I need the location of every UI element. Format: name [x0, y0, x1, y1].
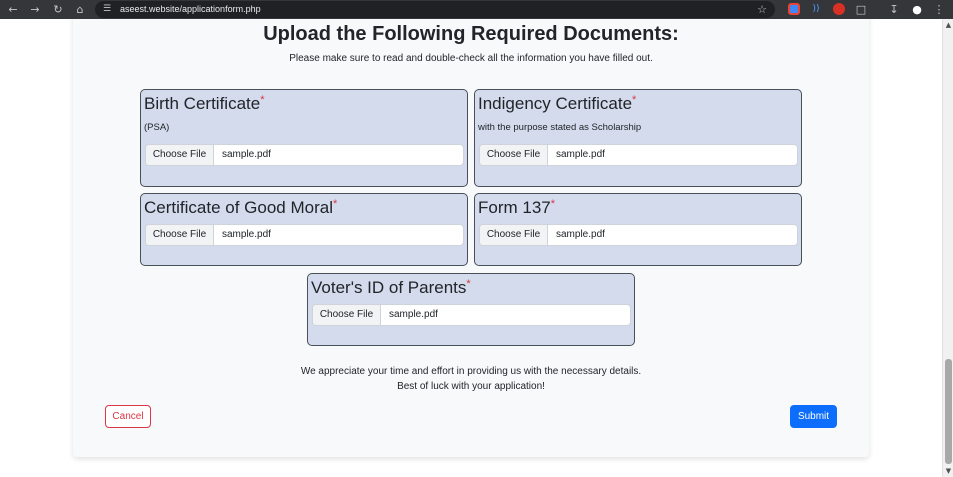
- file-name: sample.pdf: [222, 229, 271, 240]
- page-viewport: Upload the Following Required Documents:…: [0, 19, 942, 477]
- doc-title-text: Birth Certificate: [144, 94, 261, 113]
- profile-icon[interactable]: ●: [910, 0, 924, 19]
- doc-title: Certificate of Good Moral*: [144, 198, 337, 218]
- choose-file-button[interactable]: Choose File: [146, 145, 214, 165]
- forward-icon[interactable]: →: [27, 0, 43, 19]
- voters-id-box: Voter's ID of Parents* Choose File sampl…: [307, 273, 635, 346]
- scrollbar-thumb[interactable]: [945, 359, 952, 464]
- browser-toolbar: ← → ↻ ⌂ ☰ aseest.website/applicationform…: [0, 0, 953, 19]
- doc-note: with the purpose stated as Scholarship: [478, 122, 642, 133]
- extension-icon[interactable]: )): [810, 3, 822, 15]
- required-marker: *: [550, 198, 556, 210]
- back-icon[interactable]: ←: [5, 0, 21, 19]
- doc-note: (PSA): [144, 122, 170, 133]
- menu-icon[interactable]: ⋮: [932, 0, 946, 19]
- extension-icon[interactable]: [833, 3, 845, 15]
- required-marker: *: [466, 278, 471, 290]
- download-icon[interactable]: ↧: [887, 0, 901, 19]
- home-icon[interactable]: ⌂: [72, 0, 88, 19]
- submit-button[interactable]: Submit: [790, 405, 837, 428]
- choose-file-button[interactable]: Choose File: [480, 145, 548, 165]
- url-text[interactable]: aseest.website/applicationform.php: [120, 1, 261, 18]
- form-137-box: Form 137* Choose File sample.pdf: [474, 193, 802, 266]
- birth-certificate-file-input[interactable]: Choose File sample.pdf: [145, 144, 464, 166]
- site-settings-icon[interactable]: ☰: [103, 1, 111, 18]
- cancel-button[interactable]: Cancel: [105, 405, 151, 428]
- extensions-puzzle-icon[interactable]: □: [854, 0, 868, 19]
- file-name: sample.pdf: [222, 149, 271, 160]
- good-moral-certificate-file-input[interactable]: Choose File sample.pdf: [145, 224, 464, 246]
- page-title: Upload the Following Required Documents:: [263, 23, 679, 45]
- address-bar[interactable]: ☰ aseest.website/applicationform.php ☆: [95, 1, 775, 18]
- indigency-certificate-file-input[interactable]: Choose File sample.pdf: [479, 144, 798, 166]
- reload-icon[interactable]: ↻: [50, 0, 66, 19]
- good-luck-message: Best of luck with your application!: [397, 381, 545, 392]
- indigency-certificate-box: Indigency Certificate* with the purpose …: [474, 89, 802, 187]
- application-form-card: Upload the Following Required Documents:…: [73, 19, 869, 457]
- thanks-message: We appreciate your time and effort in pr…: [300, 366, 642, 377]
- choose-file-button[interactable]: Choose File: [480, 225, 548, 245]
- vertical-scrollbar[interactable]: ▲ ▼: [942, 19, 953, 477]
- doc-title: Indigency Certificate*: [478, 94, 636, 114]
- doc-title: Birth Certificate*: [144, 94, 264, 114]
- birth-certificate-box: Birth Certificate* (PSA) Choose File sam…: [140, 89, 468, 187]
- required-marker: *: [332, 198, 338, 210]
- choose-file-button[interactable]: Choose File: [313, 305, 381, 325]
- file-name: sample.pdf: [556, 149, 605, 160]
- star-icon[interactable]: ☆: [757, 1, 767, 18]
- doc-title-text: Indigency Certificate: [478, 94, 633, 113]
- page-subtitle: Please make sure to read and double-chec…: [289, 53, 653, 64]
- required-marker: *: [632, 94, 637, 106]
- voters-id-file-input[interactable]: Choose File sample.pdf: [312, 304, 631, 326]
- doc-title-text: Certificate of Good Moral: [144, 198, 333, 217]
- extension-icon[interactable]: [788, 3, 800, 15]
- doc-title: Form 137*: [478, 198, 555, 218]
- scroll-up-arrow-icon[interactable]: ▲: [943, 21, 953, 29]
- required-marker: *: [260, 94, 265, 106]
- doc-title-text: Voter's ID of Parents: [311, 278, 467, 297]
- form-137-file-input[interactable]: Choose File sample.pdf: [479, 224, 798, 246]
- scroll-down-arrow-icon[interactable]: ▼: [943, 467, 953, 475]
- file-name: sample.pdf: [389, 309, 438, 320]
- file-name: sample.pdf: [556, 229, 605, 240]
- choose-file-button[interactable]: Choose File: [146, 225, 214, 245]
- doc-title-text: Form 137: [478, 198, 551, 217]
- good-moral-certificate-box: Certificate of Good Moral* Choose File s…: [140, 193, 468, 266]
- doc-title: Voter's ID of Parents*: [311, 278, 471, 298]
